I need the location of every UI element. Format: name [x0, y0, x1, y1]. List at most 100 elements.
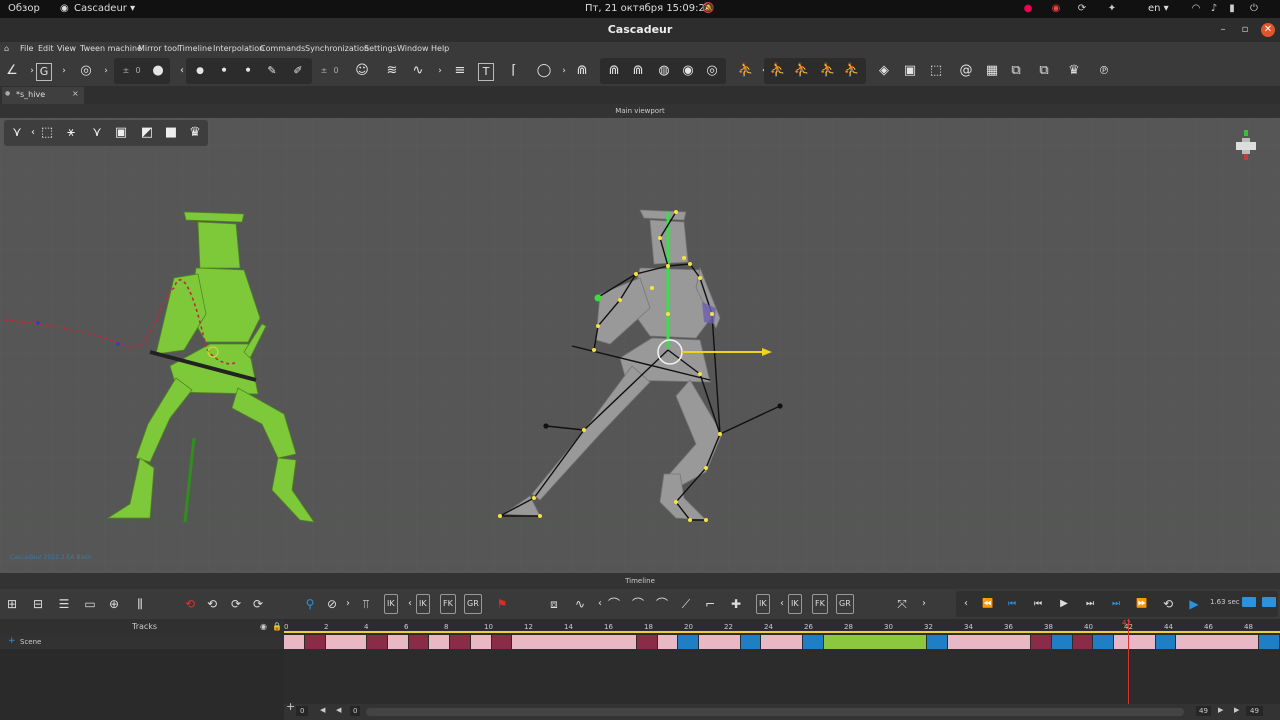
menu-tween-machine[interactable]: Tween machine: [80, 44, 142, 53]
fk-button[interactable]: FK: [440, 594, 456, 614]
app-menu-button[interactable]: Cascadeur ▾: [74, 3, 135, 14]
home-icon[interactable]: ⌂: [4, 44, 9, 53]
scroll-left-icon[interactable]: ◀: [320, 706, 325, 714]
arch-icon[interactable]: ⋒: [572, 60, 592, 82]
keyframe-interval[interactable]: [387, 635, 409, 649]
runner-c-icon[interactable]: ⛹: [818, 60, 838, 82]
character-icon[interactable]: ☺: [352, 60, 372, 82]
select-rect-icon[interactable]: ⬚: [36, 122, 58, 144]
scene-canvas[interactable]: [0, 118, 1280, 573]
gr-button[interactable]: GR: [464, 594, 482, 614]
keyframe-interval[interactable]: [761, 635, 803, 649]
sphere-icon[interactable]: ◍: [654, 60, 674, 82]
tab-close-icon[interactable]: ×: [72, 89, 79, 98]
runner-a-icon[interactable]: ⛹: [768, 60, 788, 82]
timeline-scrollbar[interactable]: + 0 ◀ ◀ 0 49 ▶ ▶ 49: [284, 700, 1280, 720]
keyframe-interval[interactable]: [1176, 635, 1260, 649]
next-key-icon[interactable]: ⏭: [1106, 594, 1126, 614]
tracks-list-icon[interactable]: ☰: [54, 594, 74, 614]
keyframe-interval[interactable]: [1051, 635, 1073, 649]
minimize-icon[interactable]: –: [1216, 23, 1230, 37]
brush-icon[interactable]: ✎: [262, 60, 282, 82]
ik-button[interactable]: IK: [416, 594, 430, 614]
scene-track[interactable]: [284, 635, 1280, 649]
keyframe-interval[interactable]: [740, 635, 762, 649]
frame-icon[interactable]: ⬚: [926, 60, 946, 82]
menu-file[interactable]: File: [20, 44, 33, 53]
menu-edit[interactable]: Edit: [38, 44, 54, 53]
chevron-right-icon[interactable]: ›: [554, 60, 574, 82]
main-viewport[interactable]: ⋎ ‹ ⬚ ⚹ ⋎ ▣ ◩ ■ ♛ Cascadeur 2022.2 EA Ba…: [0, 118, 1280, 573]
input-language[interactable]: en ▾: [1148, 3, 1169, 14]
fps-toggle[interactable]: [1242, 597, 1256, 607]
record-loop-icon[interactable]: ⟲: [180, 594, 200, 614]
keyframe-interval[interactable]: [657, 635, 679, 649]
prev-key-icon[interactable]: ⏮: [1002, 594, 1022, 614]
clock[interactable]: Пт, 21 октября 15:09:29: [585, 3, 711, 14]
mesh-icon[interactable]: ◩: [136, 122, 158, 144]
fk-button-2[interactable]: FK: [812, 594, 828, 614]
camera-icon[interactable]: ▣: [900, 60, 920, 82]
tab-scene[interactable]: ● *s_hive ×: [2, 87, 84, 104]
range-right-value[interactable]: 49: [1196, 706, 1211, 716]
dot-trail-icon[interactable]: ⚫: [238, 60, 258, 82]
keyframe-interval[interactable]: [1155, 635, 1177, 649]
range-end[interactable]: 49: [1246, 706, 1263, 716]
menu-synchronization[interactable]: Synchronization: [305, 44, 369, 53]
chevron-right-icon[interactable]: ›: [96, 60, 116, 82]
arch-point-icon[interactable]: ⋒: [628, 60, 648, 82]
expand-icon[interactable]: +: [8, 636, 16, 646]
chevron-right-icon[interactable]: ›: [914, 594, 934, 614]
interp-arc-b-icon[interactable]: ⌒: [628, 594, 648, 614]
keyframe-interval[interactable]: [1072, 635, 1094, 649]
lasso-icon[interactable]: ◯: [534, 60, 554, 82]
keyframe-interval[interactable]: [1093, 635, 1114, 649]
point-size-field[interactable]: 0: [128, 60, 148, 82]
keyframe-interval[interactable]: [802, 635, 824, 649]
menu-mirror-tool[interactable]: Mirror tool: [138, 44, 179, 53]
loop-c-icon[interactable]: ⟳: [248, 594, 268, 614]
curve-tool-icon[interactable]: ∿: [408, 60, 428, 82]
keyframe-interval[interactable]: [678, 635, 699, 649]
prev-frame-icon[interactable]: ⏮: [1028, 594, 1048, 614]
keyframe-interval[interactable]: [823, 635, 928, 649]
cascadeur-logo-icon[interactable]: ♛: [1064, 60, 1084, 82]
menu-window[interactable]: Window: [397, 44, 429, 53]
chevron-right-icon[interactable]: ›: [54, 60, 74, 82]
interp-step-icon[interactable]: ⌐: [700, 594, 720, 614]
keyframe-interval[interactable]: [450, 635, 471, 649]
angle-tool-icon[interactable]: ∠: [2, 60, 22, 82]
menu-settings[interactable]: Settings: [364, 44, 397, 53]
key-bar-icon[interactable]: ⫪: [356, 594, 376, 614]
interp-arc-icon[interactable]: ⌒: [604, 594, 624, 614]
cube-icon[interactable]: ▣: [110, 122, 132, 144]
loop-b-icon[interactable]: ⟳: [226, 594, 246, 614]
menu-commands[interactable]: Commands: [260, 44, 305, 53]
tracks-plus-icon[interactable]: ⊕: [104, 594, 124, 614]
wifi-icon[interactable]: ◠: [1190, 3, 1202, 15]
keyframe-interval[interactable]: [429, 635, 450, 649]
wave-tool-icon[interactable]: ≋: [382, 60, 402, 82]
activities-button[interactable]: Обзор: [8, 3, 40, 14]
next-frame-icon[interactable]: ⏭: [1080, 594, 1100, 614]
keyframe-interval[interactable]: [636, 635, 658, 649]
runner-icon[interactable]: ⛹: [736, 60, 756, 82]
keyframe-fit-icon[interactable]: ⧈: [544, 594, 564, 614]
keyframe-interval[interactable]: [491, 635, 513, 649]
ik-button-2[interactable]: IK: [788, 594, 802, 614]
keyframe-interval[interactable]: [927, 635, 948, 649]
chevron-left-icon[interactable]: ‹: [956, 594, 976, 614]
loop-playback-icon[interactable]: ⟲: [1158, 594, 1178, 614]
tracks-view-icon[interactable]: ⊞: [2, 594, 22, 614]
point-icon[interactable]: ●: [148, 60, 168, 82]
interp-arc-c-icon[interactable]: ⌒: [652, 594, 672, 614]
radius-field[interactable]: 0: [326, 60, 346, 82]
copy-icon[interactable]: ⧉: [1006, 60, 1026, 82]
key-spread-icon[interactable]: ⤧: [892, 594, 912, 614]
power-icon[interactable]: ⏻: [1248, 3, 1260, 15]
keyframe-interval[interactable]: [1114, 635, 1156, 649]
fast-forward-icon[interactable]: ⏩: [1132, 594, 1152, 614]
tracks-add-icon[interactable]: ⊟: [28, 594, 48, 614]
chevron-right-icon[interactable]: ›: [338, 594, 358, 614]
keyframe-interval[interactable]: [367, 635, 388, 649]
